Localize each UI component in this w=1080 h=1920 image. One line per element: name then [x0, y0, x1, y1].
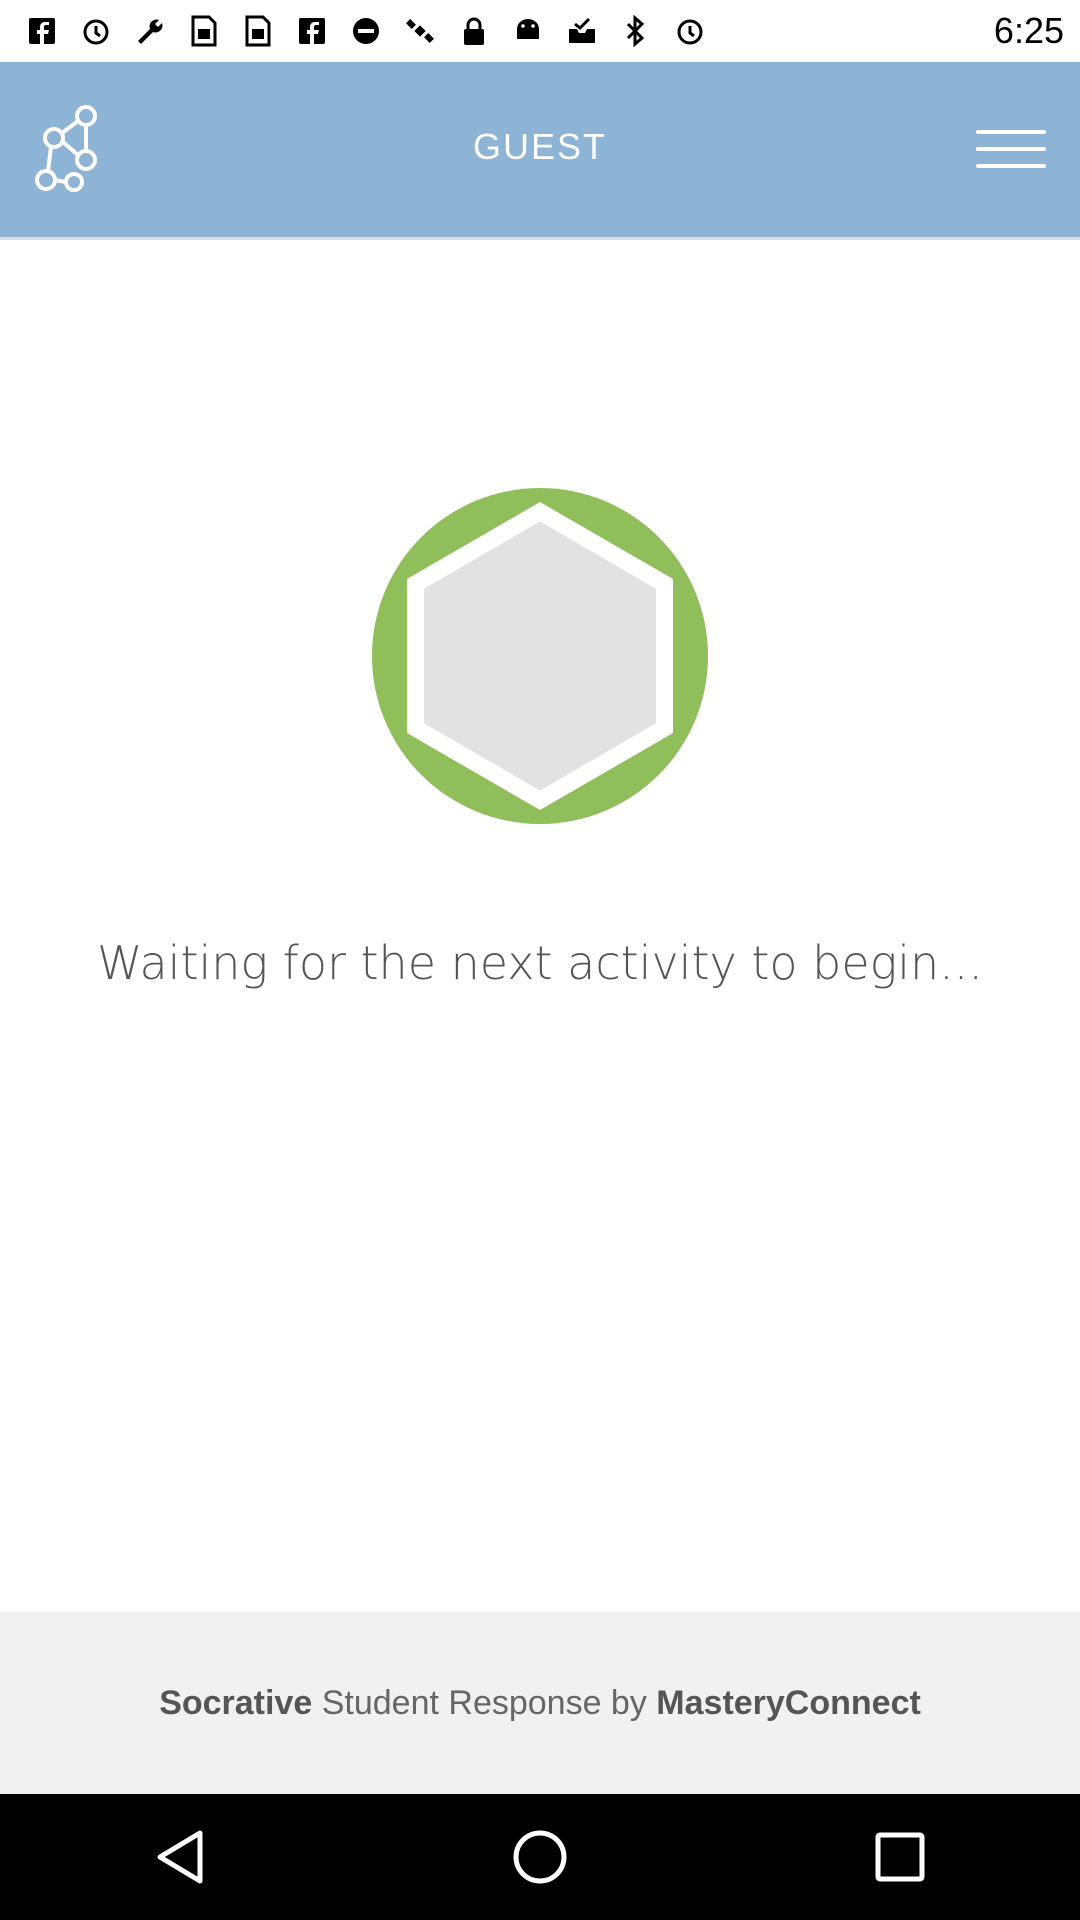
sim-card-icon — [240, 13, 276, 49]
do-not-disturb-icon — [348, 13, 384, 49]
satellite-icon — [402, 13, 438, 49]
bluetooth-icon — [618, 13, 654, 49]
back-icon[interactable] — [135, 1812, 225, 1902]
footer-text: Student Response by — [321, 1683, 647, 1722]
status-bar: 6:25 — [0, 0, 1080, 62]
alarm-icon — [78, 13, 114, 49]
inbox-check-icon — [564, 13, 600, 49]
alarm-icon — [672, 13, 708, 49]
main-content: Waiting for the next activity to begin..… — [0, 240, 1080, 1612]
sim-card-icon — [186, 13, 222, 49]
footer-brand: Socrative — [159, 1683, 313, 1722]
facebook-icon — [24, 13, 60, 49]
footer-company: MasteryConnect — [656, 1683, 921, 1722]
status-time: 6:25 — [993, 10, 1064, 51]
waiting-message: Waiting for the next activity to begin..… — [96, 936, 984, 990]
navigation-bar — [0, 1794, 1080, 1920]
footer: Socrative Student Response by MasteryCon… — [0, 1612, 1080, 1794]
page-title: GUEST — [472, 126, 607, 167]
wrench-icon — [132, 13, 168, 49]
lock-icon — [456, 13, 492, 49]
recents-icon[interactable] — [855, 1812, 945, 1902]
android-icon — [510, 13, 546, 49]
app-bar: GUEST — [0, 62, 1080, 240]
hamburger-menu-icon[interactable] — [976, 130, 1046, 174]
home-icon[interactable] — [495, 1812, 585, 1902]
facebook-icon — [294, 13, 330, 49]
hexagon-badge-icon — [372, 488, 708, 824]
notification-icons — [24, 13, 708, 49]
